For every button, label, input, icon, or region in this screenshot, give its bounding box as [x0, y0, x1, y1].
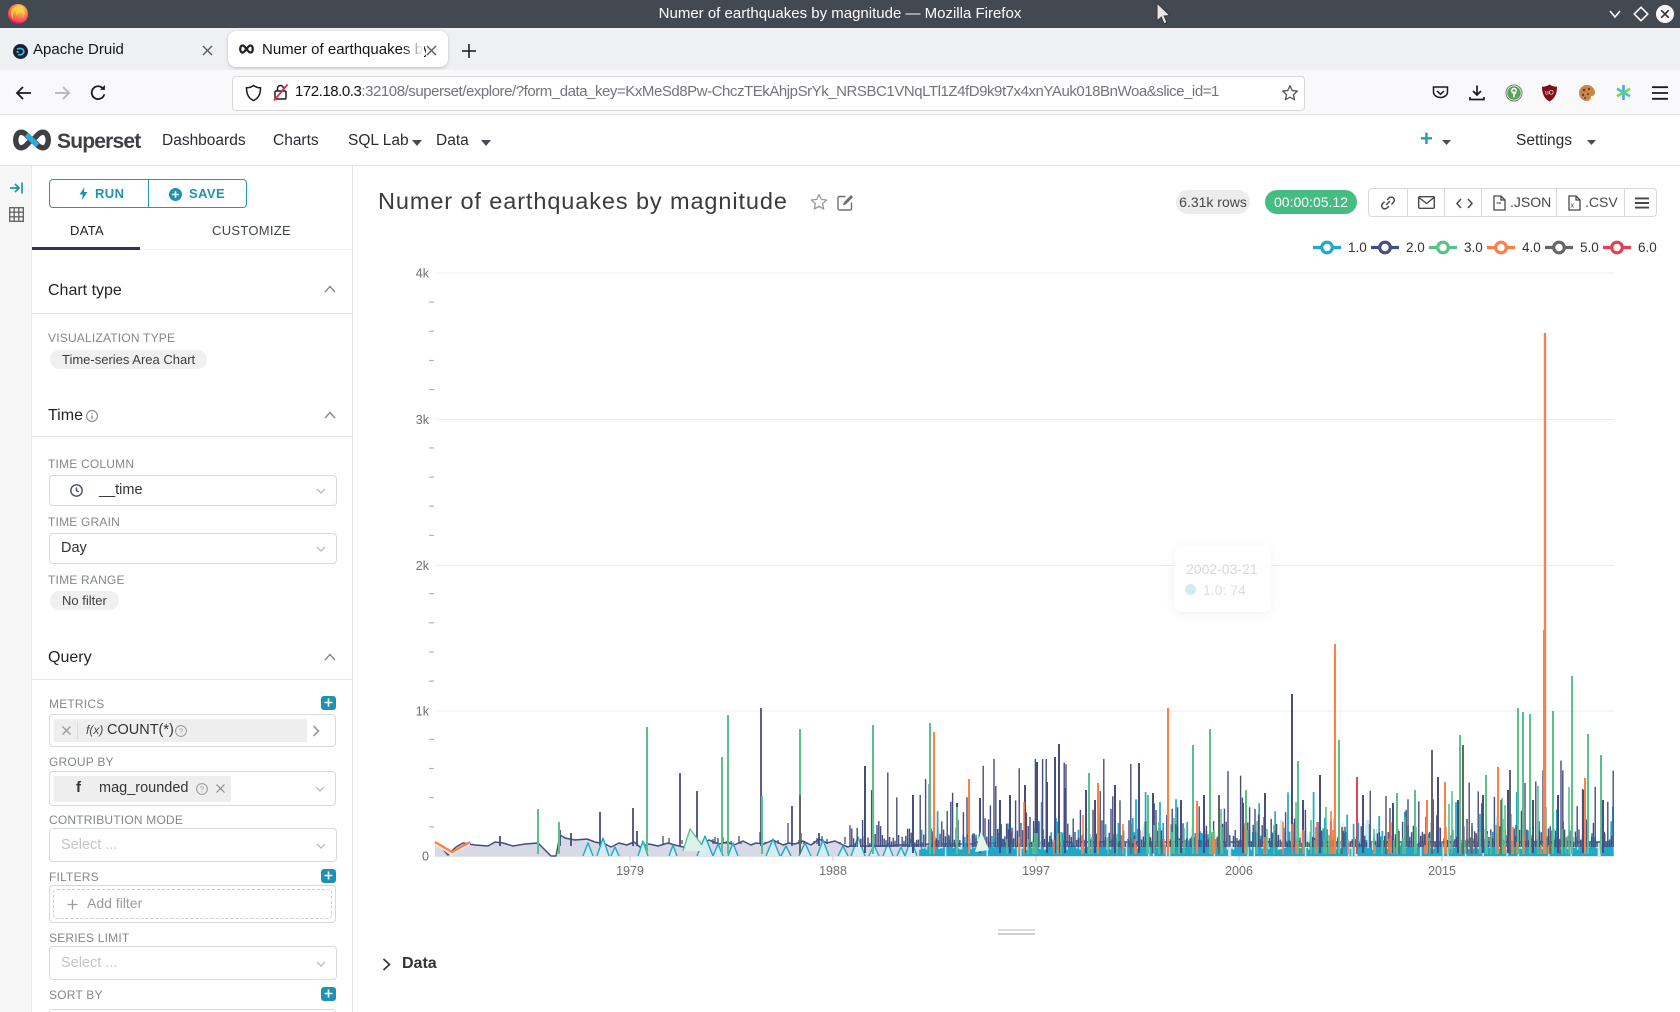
svg-text:uO: uO: [1545, 90, 1554, 97]
svg-text:2.0: 2.0: [1406, 240, 1425, 255]
svg-text:1997: 1997: [1022, 864, 1050, 878]
svg-text:3.0: 3.0: [1464, 240, 1483, 255]
svg-text:3k: 3k: [416, 413, 430, 427]
svg-text:4.0: 4.0: [1522, 240, 1541, 255]
svg-text:6.0: 6.0: [1638, 240, 1657, 255]
svg-text:?: ?: [179, 727, 183, 736]
svg-text:0: 0: [422, 850, 429, 864]
svg-text:1979: 1979: [616, 864, 644, 878]
svg-text:2k: 2k: [416, 559, 430, 573]
svg-text:1.0: 1.0: [1348, 240, 1367, 255]
svg-text:5.0: 5.0: [1580, 240, 1599, 255]
svg-text:1k: 1k: [416, 705, 430, 719]
svg-text:?: ?: [200, 785, 204, 794]
svg-text:2015: 2015: [1428, 864, 1456, 878]
svg-text:x: x: [1570, 203, 1574, 210]
svg-text:1988: 1988: [819, 864, 847, 878]
svg-text:4k: 4k: [416, 267, 430, 281]
svg-text:2006: 2006: [1225, 864, 1253, 878]
